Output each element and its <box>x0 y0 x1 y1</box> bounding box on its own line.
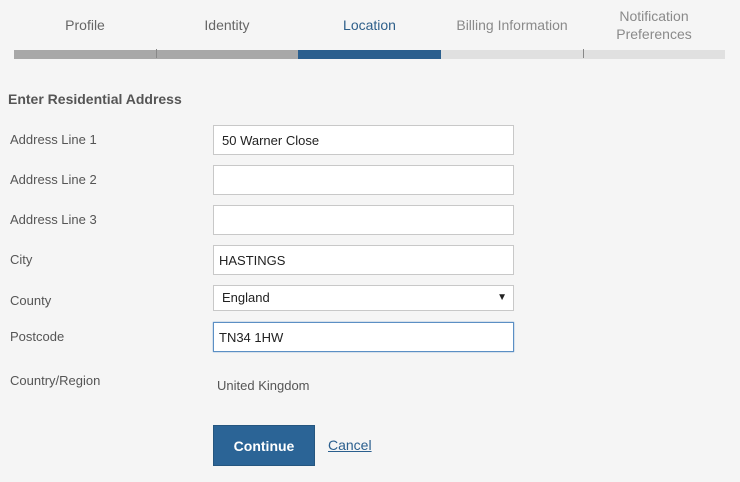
step-label: Identity <box>204 16 250 33</box>
step-bar <box>298 50 441 59</box>
postcode-input[interactable] <box>213 322 514 352</box>
country-row: Country/Region United Kingdom <box>10 366 530 396</box>
section-title: Enter Residential Address <box>8 91 182 107</box>
address-line-3-row: Address Line 3 <box>10 205 530 235</box>
address-line-1-row: Address Line 1 <box>10 125 530 155</box>
postcode-row: Postcode <box>10 322 530 352</box>
step-bar <box>156 50 298 59</box>
continue-button[interactable]: Continue <box>213 425 315 466</box>
city-label: City <box>10 252 33 267</box>
address-line-1-label: Address Line 1 <box>10 132 97 147</box>
step-identity[interactable]: Identity <box>156 0 298 60</box>
step-bar <box>583 50 725 59</box>
step-divider <box>156 49 157 58</box>
step-label: Billing Information <box>456 16 568 33</box>
city-input[interactable] <box>213 245 514 275</box>
county-row: County England ▼ <box>10 285 530 315</box>
address-line-1-input[interactable] <box>213 125 514 155</box>
address-line-2-row: Address Line 2 <box>10 165 530 195</box>
step-profile[interactable]: Profile <box>14 0 156 60</box>
county-label: County <box>10 293 52 308</box>
step-bar <box>441 50 583 59</box>
address-line-2-label: Address Line 2 <box>10 172 97 187</box>
step-label: Notification Preferences <box>616 7 692 42</box>
address-line-2-input[interactable] <box>213 165 514 195</box>
city-row: City <box>10 245 530 275</box>
step-divider <box>583 49 584 58</box>
country-label: Country/Region <box>10 373 101 388</box>
step-location[interactable]: Location <box>298 0 441 60</box>
step-notification-preferences[interactable]: Notification Preferences <box>583 0 725 60</box>
address-line-3-input[interactable] <box>213 205 514 235</box>
step-bar <box>14 50 156 59</box>
step-billing-information[interactable]: Billing Information <box>441 0 583 60</box>
progress-steps: Profile Identity Location Billing Inform… <box>14 0 725 60</box>
address-line-3-label: Address Line 3 <box>10 212 97 227</box>
country-value: United Kingdom <box>217 378 310 393</box>
step-label: Profile <box>65 16 105 33</box>
step-label: Location <box>343 16 396 33</box>
county-select-value: England <box>222 290 270 305</box>
postcode-label: Postcode <box>10 329 65 344</box>
cancel-link[interactable]: Cancel <box>328 437 372 453</box>
county-select[interactable]: England ▼ <box>213 285 514 311</box>
dropdown-arrow-icon: ▼ <box>497 292 507 303</box>
